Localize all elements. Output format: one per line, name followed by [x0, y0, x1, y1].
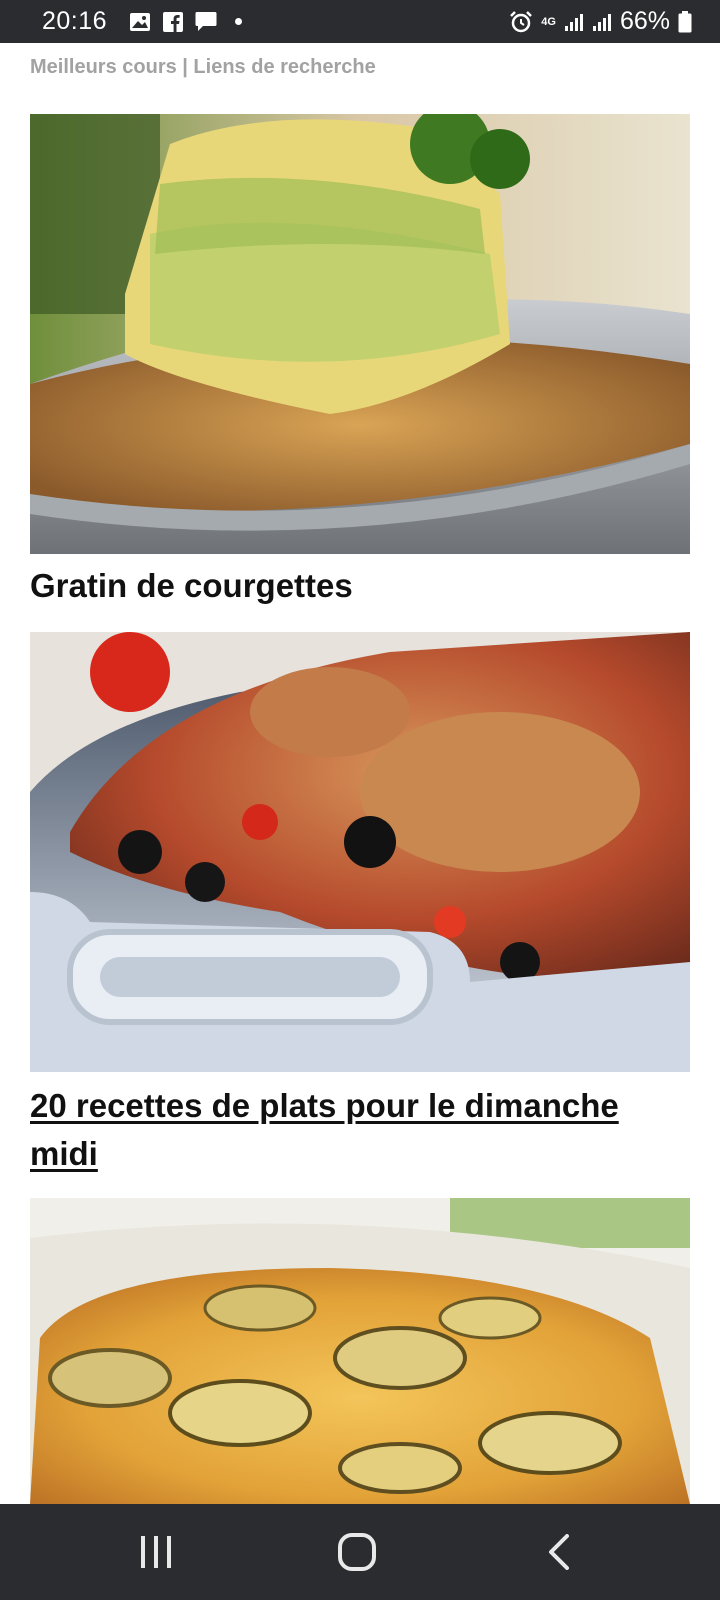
network-4g-icon: 4G	[541, 15, 556, 28]
chicken-drumsticks-tomato-olives-photo	[30, 632, 690, 1072]
status-time: 20:16	[42, 7, 108, 35]
gallery-icon	[129, 12, 151, 32]
back-button[interactable]	[499, 1504, 619, 1600]
zucchini-frittata-photo	[30, 1198, 690, 1504]
card-image-frittata[interactable]	[30, 1198, 690, 1504]
battery-icon	[678, 10, 692, 33]
battery-percent: 66%	[619, 7, 670, 35]
recent-apps-icon	[141, 1536, 171, 1568]
card-title[interactable]: Gratin de courgettes	[30, 562, 690, 610]
recent-apps-button[interactable]	[96, 1504, 216, 1600]
page-header: Meilleurs cours | Liens de recherche	[30, 56, 376, 78]
back-icon	[549, 1534, 569, 1570]
message-icon	[195, 11, 217, 32]
alarm-icon	[509, 10, 533, 34]
dot-icon	[235, 18, 243, 25]
card-image-gratin[interactable]	[30, 114, 690, 554]
home-button[interactable]	[297, 1504, 417, 1600]
navigation-bar	[0, 1504, 720, 1600]
home-icon	[338, 1533, 376, 1571]
network-label: 4G	[541, 15, 556, 28]
status-bar: 20:16 4G 66%	[0, 0, 720, 43]
card-title-link[interactable]: 20 recettes de plats pour le dimanche mi…	[30, 1082, 690, 1178]
card-image-chicken[interactable]	[30, 632, 690, 1072]
facebook-icon	[163, 11, 184, 32]
signal-icon	[592, 12, 612, 32]
gratin-zucchini-photo	[30, 114, 690, 554]
signal-icon	[564, 12, 584, 32]
